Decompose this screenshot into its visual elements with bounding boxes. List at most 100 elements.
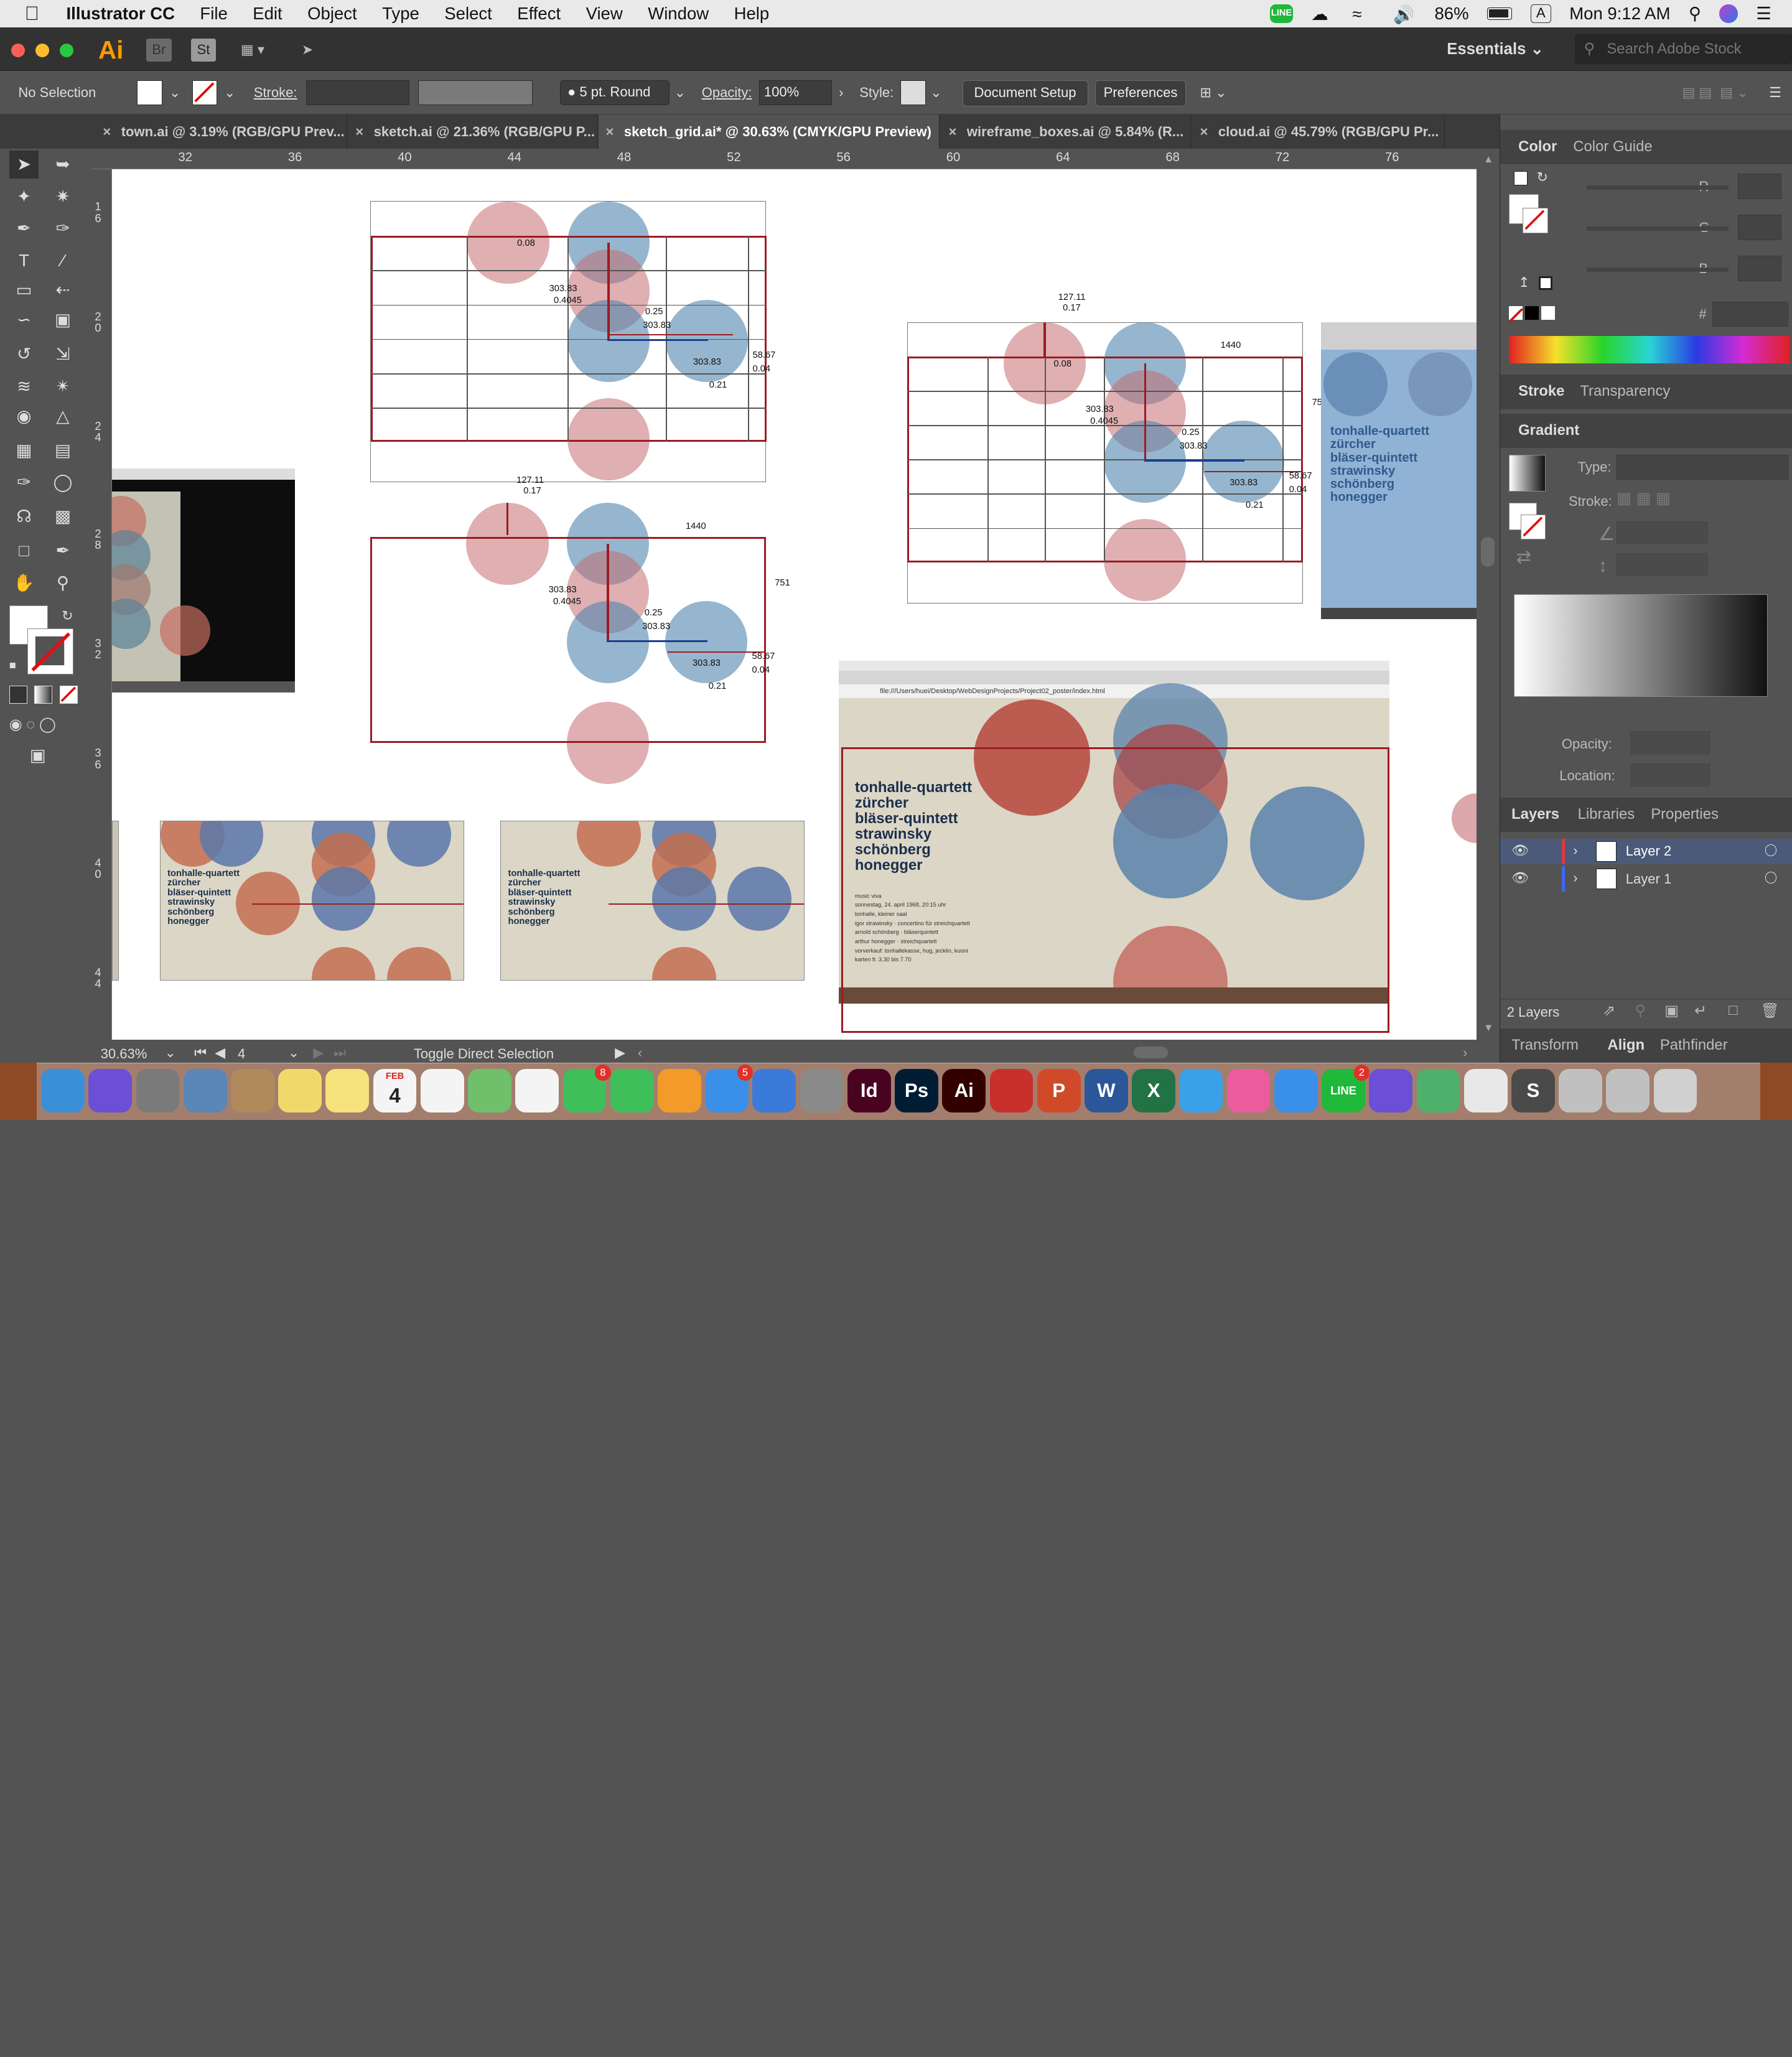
menu-effect[interactable]: Effect: [505, 4, 573, 24]
paintbrush-tool-icon[interactable]: ⇠: [48, 276, 78, 304]
documents-dock-icon[interactable]: [1559, 1069, 1603, 1113]
default-colors-icon[interactable]: ■: [9, 658, 16, 672]
battery-percent[interactable]: 86%: [1434, 4, 1468, 24]
creative-cloud-icon[interactable]: ☁: [1311, 4, 1334, 24]
white-swatch[interactable]: [1541, 306, 1555, 320]
sublime-dock-icon[interactable]: S: [1511, 1069, 1555, 1113]
grid-artboard-c[interactable]: 127.11 0.17 1440 75 0.08 303.83 0.4045 0…: [903, 291, 1337, 606]
new-sublayer-icon[interactable]: ↵: [1694, 1002, 1707, 1020]
width-tool-icon[interactable]: ≋: [9, 373, 39, 400]
preferences-button[interactable]: Preferences: [1094, 80, 1187, 106]
none-swatch[interactable]: [1508, 306, 1524, 324]
visibility-eye-icon[interactable]: 👁: [1511, 870, 1529, 886]
stock-button[interactable]: St: [190, 39, 217, 62]
atom-dock-icon[interactable]: [1416, 1069, 1460, 1113]
pink-circle[interactable]: [1451, 793, 1477, 844]
tab-transparency[interactable]: Transparency: [1580, 383, 1670, 400]
horizontal-ruler[interactable]: 32 36 40 44 48 52 56 60 64 68 72 76: [91, 148, 1477, 169]
menu-help[interactable]: Help: [721, 4, 782, 24]
tab-pathfinder[interactable]: Pathfinder: [1660, 1037, 1728, 1054]
clock[interactable]: Mon 9:12 AM: [1569, 4, 1670, 24]
trash-dock-icon[interactable]: [1653, 1069, 1697, 1113]
swap-fill-stroke-icon[interactable]: ↻: [62, 608, 73, 624]
clipped-artboard[interactable]: [111, 820, 119, 981]
facetime-dock-icon[interactable]: [610, 1069, 654, 1113]
perspective-grid-tool-icon[interactable]: △: [48, 403, 78, 430]
downloads-dock-icon[interactable]: [1606, 1069, 1650, 1113]
fill-swatch[interactable]: [137, 80, 162, 105]
first-artboard-icon[interactable]: ⏮: [194, 1045, 207, 1061]
rectangle-tool-icon[interactable]: ▭: [9, 276, 39, 304]
status-menu-icon[interactable]: ▶: [615, 1045, 625, 1061]
out-of-gamut-icon[interactable]: ↥: [1518, 274, 1529, 291]
vertical-scrollbar[interactable]: ▲ ▼: [1477, 148, 1500, 1040]
symbol-sprayer-tool-icon[interactable]: ☊: [9, 503, 39, 530]
menu-type[interactable]: Type: [370, 4, 432, 24]
zoom-level[interactable]: 30.63%: [101, 1046, 147, 1062]
minimize-window-button[interactable]: [35, 43, 49, 57]
menu-window[interactable]: Window: [635, 4, 721, 24]
type-tool-icon[interactable]: T: [9, 247, 39, 274]
color-spectrum[interactable]: [1509, 335, 1791, 364]
r-input[interactable]: [1737, 174, 1781, 199]
notification-center-icon[interactable]: ☰: [1756, 4, 1771, 24]
zoom-dropdown-icon[interactable]: ⌄: [164, 1045, 175, 1061]
brush-definition-dropdown[interactable]: ● 5 pt. Round: [559, 80, 670, 105]
clipping-mask-icon[interactable]: ▣: [1664, 1002, 1679, 1020]
stroke-color-swatch[interactable]: [27, 628, 73, 674]
fill-dropdown-icon[interactable]: ⌄: [169, 85, 180, 101]
artboard-canvas[interactable]: 0.08 303.83 0.4045 0.25 303.83 58.67 303…: [111, 169, 1477, 1040]
eraser-tool-icon[interactable]: ▣: [48, 306, 78, 334]
reminders-dock-icon[interactable]: [420, 1069, 464, 1113]
last-artboard-icon[interactable]: ⏭: [334, 1045, 346, 1061]
tab-town[interactable]: × town.ai @ 3.19% (RGB/GPU Prev...: [96, 114, 348, 149]
lasso-tool-icon[interactable]: ✷: [48, 183, 78, 210]
selection-tool-icon[interactable]: ➤: [9, 151, 39, 179]
photoshop-dock-icon[interactable]: Ps: [895, 1069, 938, 1113]
align-icon[interactable]: ▤ ▤: [1682, 85, 1712, 101]
scroll-right-icon[interactable]: ›: [1463, 1045, 1467, 1061]
close-window-button[interactable]: [11, 43, 26, 57]
opacity-arrow-icon[interactable]: ›: [839, 85, 843, 101]
artboard-dropdown-icon[interactable]: ⌄: [288, 1045, 299, 1061]
preview-dock-icon[interactable]: [183, 1069, 227, 1113]
photos-dock-icon[interactable]: [515, 1069, 559, 1113]
tab-sketch[interactable]: × sketch.ai @ 21.36% (RGB/GPU P...: [348, 114, 598, 149]
indesign-dock-icon[interactable]: Id: [847, 1069, 891, 1113]
line-status-icon[interactable]: LINE: [1270, 4, 1293, 23]
rotate-tool-icon[interactable]: ↺: [9, 340, 39, 368]
stroke-swatch[interactable]: [192, 80, 217, 105]
transform-icon[interactable]: ▤ ⌄: [1720, 85, 1748, 101]
delete-layer-icon[interactable]: 🗑: [1761, 1002, 1780, 1020]
poster-artboard-1[interactable]: tonhalle-quartett zürcher bläser-quintett s…: [160, 820, 464, 981]
chrome-dock-icon[interactable]: [1463, 1069, 1508, 1113]
stock-search-input[interactable]: ⚲ Search Adobe Stock: [1574, 34, 1792, 64]
web-safe-swatch[interactable]: [1539, 276, 1553, 291]
visibility-eye-icon[interactable]: 👁: [1511, 842, 1529, 859]
volume-icon[interactable]: 🔊: [1393, 4, 1416, 24]
gpu-performance-icon[interactable]: ➤: [295, 39, 320, 62]
g-input[interactable]: [1737, 215, 1781, 240]
fill-mini-swatch[interactable]: [1513, 171, 1528, 185]
menu-icon[interactable]: ☰: [1769, 85, 1781, 101]
g-slider[interactable]: [1587, 226, 1729, 231]
books-dock-icon[interactable]: [658, 1069, 701, 1113]
layer-name[interactable]: Layer 2: [1626, 843, 1671, 859]
content-frame[interactable]: [841, 747, 1390, 1033]
locate-object-icon[interactable]: ⚲: [1635, 1002, 1645, 1020]
finder-dock-icon[interactable]: [41, 1069, 85, 1113]
excel-dock-icon[interactable]: X: [1132, 1069, 1176, 1113]
opacity-input[interactable]: 100%: [758, 80, 833, 105]
artboard-tool-icon[interactable]: □: [9, 537, 39, 564]
close-tab-icon[interactable]: ×: [605, 114, 614, 149]
tab-wireframe-boxes[interactable]: × wireframe_boxes.ai @ 5.84% (R...: [941, 114, 1191, 149]
calendar-dock-icon[interactable]: FEB 4: [373, 1069, 417, 1113]
menu-edit[interactable]: Edit: [240, 4, 295, 24]
tab-align[interactable]: Align: [1607, 1037, 1645, 1054]
hand-tool-icon[interactable]: ✋: [9, 569, 39, 597]
swap-icon[interactable]: ↻: [1537, 169, 1548, 185]
angle-input[interactable]: [1617, 521, 1708, 544]
opacity-label[interactable]: Opacity:: [702, 85, 752, 101]
eyedropper-tool-icon[interactable]: ✑: [9, 469, 39, 496]
panel-stroke-swatch[interactable]: [1523, 208, 1548, 233]
